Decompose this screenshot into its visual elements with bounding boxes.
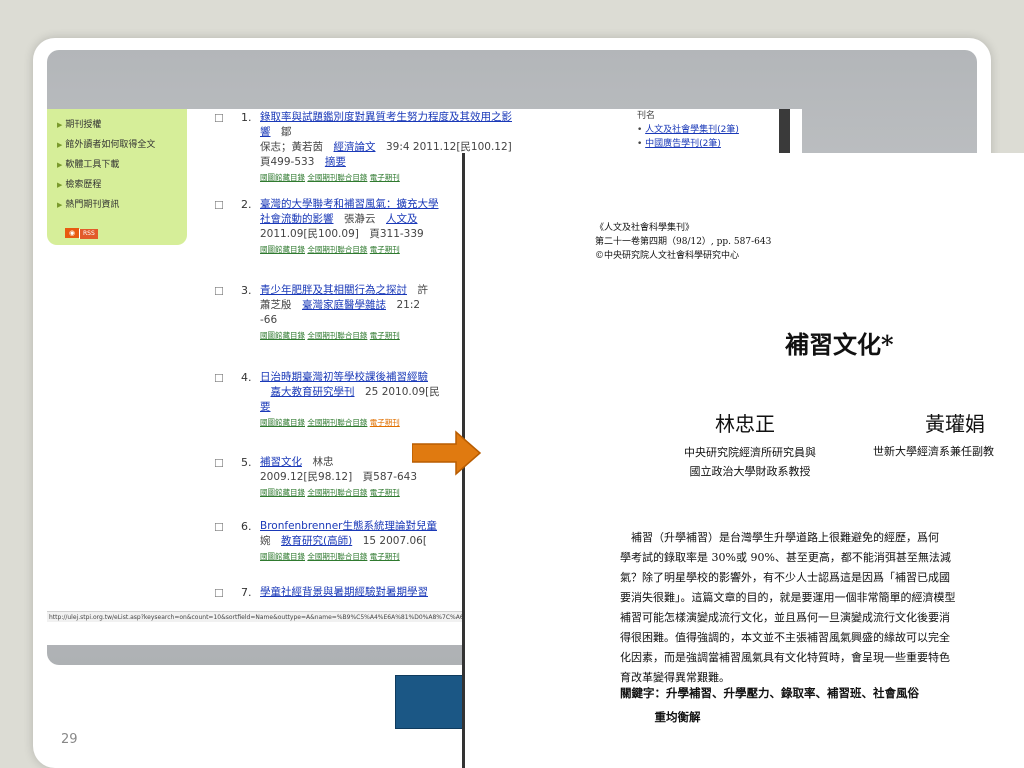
slide-blue-box	[395, 675, 469, 729]
result-title-link[interactable]: 日治時期臺灣初等學校課後補習經驗	[260, 371, 428, 383]
journal-link[interactable]: 人文及	[386, 213, 418, 225]
rss-label: RSS	[79, 229, 98, 239]
result-checkbox[interactable]: ☐	[214, 285, 224, 298]
bullet-icon: ▶	[57, 161, 63, 169]
result-title-link[interactable]: 學童社經背景與暑期經驗對暑期學習	[260, 586, 428, 598]
facet-panel: 刊名 • 人文及社會學集刊(2筆) • 中國廣告學刊(2筆)	[637, 109, 787, 151]
sidebar-item-popular[interactable]: ▶ 熱門期刊資訊	[57, 197, 119, 210]
result-checkbox[interactable]: ☐	[214, 372, 224, 385]
sidebar-item-license[interactable]: ▶ 期刊授權	[57, 117, 101, 130]
author-name: 黃瓘娟	[925, 412, 985, 436]
bullet-icon: ▶	[57, 201, 63, 209]
rss-icon: ◉	[65, 228, 79, 238]
author-name: 林忠正	[715, 412, 775, 436]
arrow-right-icon	[412, 430, 482, 476]
journal-link[interactable]: 經濟論文	[334, 141, 376, 153]
result-number: 1.	[241, 111, 252, 124]
sidebar-item-offsite[interactable]: ▶ 館外讀者如何取得全文	[57, 137, 155, 150]
bullet-icon: ▶	[57, 121, 63, 129]
result-number: 2.	[241, 198, 252, 211]
facet-item[interactable]: 中國廣告學刊(2筆)	[645, 139, 721, 149]
facet-item[interactable]: 人文及社會學集刊(2筆)	[645, 125, 739, 135]
document-page: 《人文及社會科學集刊》 第二十一卷第四期（98/12）, pp. 587-643…	[462, 153, 1024, 768]
result-checkbox[interactable]: ☐	[214, 587, 224, 600]
result-checkbox[interactable]: ☐	[214, 457, 224, 470]
journal-link[interactable]: 嘉大教育研究學刊	[271, 386, 355, 398]
journal-meta: 《人文及社會科學集刊》 第二十一卷第四期（98/12）, pp. 587-643…	[595, 223, 772, 261]
result-checkbox[interactable]: ☐	[214, 521, 224, 534]
result-title-link[interactable]: Bronfenbrenner生態系統理論對兒童	[260, 520, 437, 532]
rss-button[interactable]: ◉ RSS	[65, 220, 98, 239]
facet-heading: 刊名	[637, 111, 656, 121]
result-number: 4.	[241, 371, 252, 384]
result-number: 6.	[241, 520, 252, 533]
abstract: 補習（升學補習）是台灣學生升學道路上很難避免的經歷，爲何 學考試的錄取率是 30…	[620, 531, 956, 684]
result-title-link[interactable]: 臺灣的大學聯考和補習風氣：擴充大學	[260, 198, 439, 210]
document-title: 補習文化*	[785, 330, 894, 359]
result-number: 5.	[241, 456, 252, 469]
journal-link[interactable]: 臺灣家庭醫學雜誌	[302, 299, 386, 311]
sidebar-item-history[interactable]: ▶ 檢索歷程	[57, 177, 101, 190]
result-title-link[interactable]: 錄取率與試題鑑別度對異質考生努力程度及其效用之影響	[260, 111, 512, 138]
sidebar: ▶ 期刊授權 ▶ 館外讀者如何取得全文 ▶ 軟體工具下載 ▶ 檢索歷程 ▶ 熱門期刊資訊 …	[47, 109, 187, 245]
bullet-icon: ▶	[57, 181, 63, 189]
result-checkbox[interactable]: ☐	[214, 199, 224, 212]
summary-link[interactable]: 要	[260, 401, 271, 413]
slide-page-number: 29	[61, 732, 78, 747]
journal-link[interactable]: 教育研究(高師)	[281, 535, 352, 547]
author-affiliation: 中央研究院經濟所研究員與 國立政治大學財政系教授	[684, 446, 816, 478]
result-checkbox[interactable]: ☐	[214, 112, 224, 125]
result-title-link[interactable]: 青少年肥胖及其相關行為之探討	[260, 284, 407, 296]
summary-link[interactable]: 摘要	[325, 156, 346, 168]
author-affiliation: 世新大學經濟系兼任副教	[873, 445, 994, 458]
result-number: 3.	[241, 284, 252, 297]
keywords: 關鍵字：升學補習、升學壓力、錄取率、補習班、社會風俗 重均衡解	[620, 686, 919, 724]
result-title-link[interactable]: 補習文化	[260, 456, 302, 468]
bullet-icon: ▶	[57, 141, 63, 149]
result-number: 7.	[241, 586, 252, 599]
sidebar-item-tools[interactable]: ▶ 軟體工具下載	[57, 157, 119, 170]
